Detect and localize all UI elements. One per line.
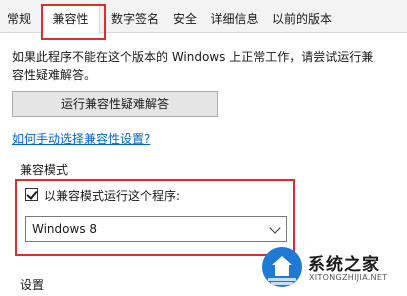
watermark-url: XITONGZHIJIA.NET xyxy=(309,273,388,282)
intro-text-line2: 容性疑难解答。 xyxy=(12,68,97,82)
compat-mode-group-label: 兼容模式 xyxy=(20,163,69,177)
tab-compatibility[interactable]: 兼容性 xyxy=(41,4,100,34)
house-icon xyxy=(272,256,292,265)
house-body xyxy=(275,265,289,276)
watermark-title: 系统之家 xyxy=(308,255,380,275)
tab-bar: 常规 兼容性 数字签名 安全 详细信息 以前的版本 xyxy=(0,0,407,34)
tab-digital-signatures[interactable]: 数字签名 xyxy=(106,6,164,32)
os-version-select[interactable]: Windows 8 xyxy=(25,216,287,242)
run-troubleshooter-button[interactable]: 运行兼容性疑难解答 xyxy=(12,91,218,117)
settings-group-label: 设置 xyxy=(20,278,45,292)
tab-general[interactable]: 常规 xyxy=(0,6,38,32)
logo-stripe xyxy=(271,282,293,285)
checkmark-icon xyxy=(26,188,38,200)
chevron-down-icon xyxy=(269,222,281,234)
watermark-logo-icon xyxy=(262,247,302,287)
manual-settings-link[interactable]: 如何手动选择兼容性设置? xyxy=(12,130,150,147)
logo-stripe xyxy=(268,278,296,281)
tab-details[interactable]: 详细信息 xyxy=(206,6,263,32)
tab-previous-versions[interactable]: 以前的版本 xyxy=(267,6,337,32)
compat-mode-checkbox[interactable] xyxy=(25,188,38,201)
compat-mode-checkbox-label[interactable]: 以兼容模式运行这个程序: xyxy=(44,187,180,204)
os-version-selected: Windows 8 xyxy=(32,222,98,236)
intro-text-line1: 如果此程序不能在这个版本的 Windows 上正常工作，请尝试运行兼 xyxy=(12,50,374,64)
tab-security[interactable]: 安全 xyxy=(168,6,202,32)
